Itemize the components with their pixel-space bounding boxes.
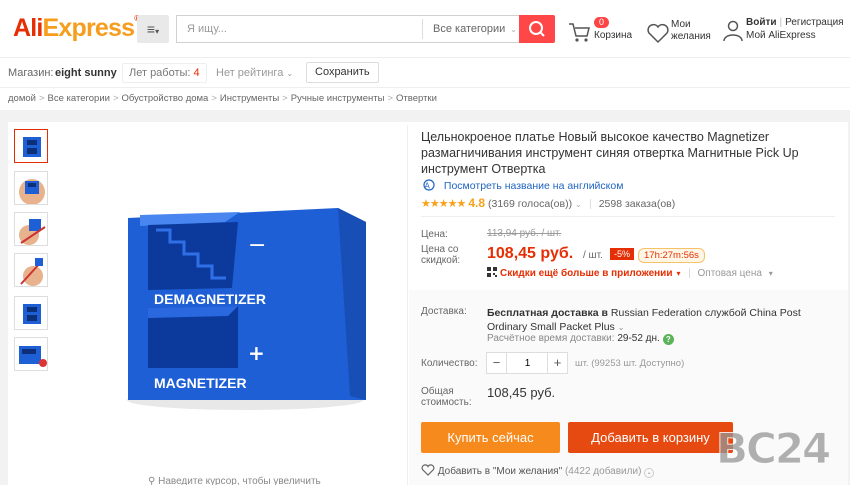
minus-sign: − [248, 233, 266, 258]
chevron-down-icon: ▾ [155, 27, 160, 36]
breadcrumb-item[interactable]: домой [8, 93, 36, 104]
shipping-label: Доставка: [421, 306, 467, 317]
store-label: Магазин: [8, 67, 54, 79]
login-link[interactable]: Войти [746, 17, 777, 28]
store-bar: Магазин: eight sunny Лет работы: 4 Нет р… [0, 58, 850, 88]
wishlist-label-2: желания [671, 31, 711, 42]
store-rating[interactable]: Нет рейтинга ⌄ [216, 67, 293, 79]
demagnetizer-label: DEMAGNETIZER [154, 291, 266, 307]
my-aliexpress-link[interactable]: Мой AliExpress [746, 30, 816, 41]
chevron-down-icon: ⌄ [617, 323, 625, 332]
discount-badge: -5% [610, 248, 635, 260]
thumbnail-3[interactable] [14, 212, 48, 246]
translate-title-link[interactable]: A Посмотреть название на английском [421, 179, 623, 192]
cart-icon [569, 23, 590, 42]
watermark-logo: BC24 [715, 424, 831, 474]
sale-price-label: Цена со скидкой: [421, 244, 461, 266]
category-menu-button[interactable]: ≡▾ [137, 15, 169, 43]
breadcrumb: домой > Все категории > Обустройство дома > Ин… [8, 93, 437, 104]
price-unit: / шт. [583, 250, 603, 261]
breadcrumb-item[interactable]: Ручные инструменты [291, 93, 385, 104]
header: AliExpress® ≡▾ Все категории⌄ 0 Корзина … [0, 0, 850, 58]
store-name[interactable]: eight sunny [55, 67, 117, 79]
search-button[interactable] [519, 15, 555, 43]
search-icon [529, 21, 545, 37]
divider [421, 216, 835, 217]
breadcrumb-item[interactable]: Все категории [48, 93, 110, 104]
shipping-info[interactable]: Бесплатная доставка в Russian Federation… [487, 306, 832, 335]
thumbnail-6[interactable] [14, 337, 48, 371]
thumbnail-1[interactable] [14, 129, 48, 163]
product-main-image[interactable]: − DEMAGNETIZER + MAGNETIZER [110, 200, 380, 415]
quantity-label: Количество: [421, 358, 478, 369]
quantity-stepper: − + [486, 352, 568, 374]
old-price: 113,94 руб. / шт. [487, 228, 562, 239]
aliexpress-logo[interactable]: AliExpress® [13, 14, 140, 43]
account-menu[interactable]: Войти | Регистрация Мой AliExpress [722, 17, 847, 47]
thumbnail-5[interactable] [14, 296, 48, 330]
countdown-timer: 17h:27m:56s [638, 248, 705, 263]
heart-icon [421, 464, 435, 476]
register-link[interactable]: Регистрация [785, 17, 843, 28]
wholesale-price-link[interactable]: Оптовая цена ▾ [698, 268, 773, 279]
rating-row: ★★★★★ 4.8 (3169 голоса(ов)) ⌄ 2598 заказа(о… [421, 196, 675, 210]
cart-link[interactable]: 0 Корзина [567, 17, 637, 48]
votes-link[interactable]: (3169 голоса(ов)) ⌄ [488, 198, 582, 210]
plus-sign: + [248, 341, 265, 365]
quantity-decrease-button[interactable]: − [487, 353, 507, 373]
thumbnail-4[interactable] [14, 253, 48, 287]
breadcrumb-item[interactable]: Отвертки [396, 93, 437, 104]
hamburger-icon: ≡ [146, 21, 156, 37]
store-years-badge: Лет работы: 4 [122, 63, 207, 83]
orders-count: 2598 заказа(ов) [598, 198, 676, 210]
app-discount-link[interactable]: Скидки ещё больше в приложении [500, 268, 672, 279]
qr-code-icon [487, 267, 497, 277]
help-icon[interactable]: ? [662, 334, 674, 345]
breadcrumb-item[interactable]: Обустройство дома [122, 93, 209, 104]
cart-count-badge: 0 [594, 17, 610, 28]
add-to-cart-button[interactable]: Добавить в корзину [568, 422, 733, 453]
cart-label: Корзина [594, 30, 633, 41]
magnifier-icon: ⚲ [148, 476, 156, 485]
buy-now-button[interactable]: Купить сейчас [421, 422, 560, 453]
product-title: Цельнокроеное платье Новый высокое качес… [421, 130, 799, 176]
save-store-button[interactable]: Сохранить [306, 62, 379, 83]
wishlist-link[interactable]: Мои желания [646, 18, 716, 48]
rating-stars: ★★★★★ [421, 198, 466, 210]
app-discount-row: Скидки ещё больше в приложении ▾ Оптовая ц… [487, 267, 773, 279]
heart-icon [647, 23, 669, 44]
chevron-down-icon: ⌄ [510, 25, 517, 34]
caret-down-icon: ▾ [768, 269, 773, 278]
delivery-time: Расчётное время доставки: 29-52 дн.? [487, 333, 674, 345]
chevron-down-icon: ⌄ [286, 69, 294, 78]
svg-text:A: A [425, 182, 431, 191]
add-to-wishlist-link[interactable]: Добавить в "Мои желания" (4422 добавили)… [421, 464, 655, 478]
quantity-input[interactable] [508, 353, 547, 373]
chevron-down-icon[interactable]: ⌄ [644, 468, 655, 478]
thumbnail-2[interactable] [14, 171, 48, 205]
caret-down-icon: ▾ [676, 269, 681, 278]
wishlist-label-1: Мои [671, 19, 691, 30]
translate-icon: A [423, 179, 435, 191]
price-label: Цена: [421, 229, 448, 240]
zoom-hint: ⚲ Наведите курсор, чтобы увеличить [148, 476, 321, 485]
sale-price: 108,45 руб. [487, 245, 574, 262]
magnetizer-label: MAGNETIZER [154, 375, 247, 391]
quantity-increase-button[interactable]: + [547, 353, 567, 373]
divider [407, 125, 408, 485]
total-price: 108,45 руб. [487, 385, 556, 400]
breadcrumb-item[interactable]: Инструменты [220, 93, 279, 104]
available-stock: шт. (99253 шт. Доступно) [575, 358, 685, 369]
search-category-select[interactable]: Все категории ⌄ [422, 19, 519, 39]
search-input[interactable] [177, 16, 422, 42]
total-label: Общая стоимость: [421, 386, 472, 408]
search-bar: Все категории⌄ [176, 15, 555, 43]
user-icon [723, 20, 743, 42]
chevron-down-icon: ⌄ [574, 200, 582, 209]
rating-score: 4.8 [468, 196, 485, 210]
